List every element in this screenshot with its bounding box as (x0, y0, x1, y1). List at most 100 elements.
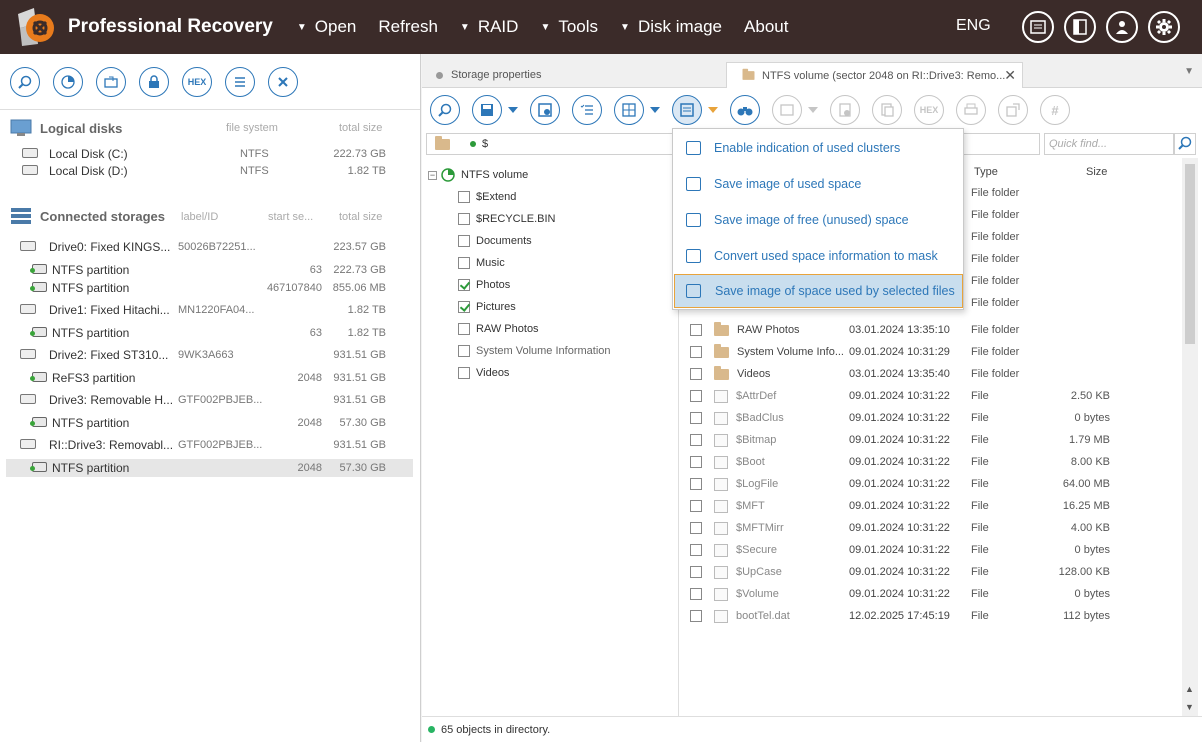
tree-checkbox[interactable] (458, 367, 470, 379)
cluster-dropdown-icon[interactable] (708, 107, 718, 113)
file-checkbox[interactable] (690, 610, 702, 622)
storage-partition-row[interactable]: NTFS partition 2048 57.30 GB (6, 459, 413, 477)
menu-save-selected-files-space[interactable]: Save image of space used by selected fil… (674, 274, 963, 308)
file-checkbox[interactable] (690, 412, 702, 424)
storage-drive-row[interactable]: Drive3: Removable H... GTF002PBJEB... 931.… (6, 391, 413, 409)
file-row[interactable]: $MFTMirr 09.01.2024 10:31:22 File 4.00 KB (680, 517, 1180, 539)
logical-disk-row[interactable]: Local Disk (C:) NTFS 222.73 GB (6, 145, 413, 163)
storage-partition-row[interactable]: NTFS partition 63 222.73 GB (6, 261, 413, 279)
menu-enable-used-clusters[interactable]: Enable indication of used clusters (674, 131, 963, 165)
scroll-thumb[interactable] (1185, 164, 1195, 344)
grid-dropdown-icon[interactable] (650, 107, 660, 113)
tree-checkbox[interactable] (458, 345, 470, 357)
save-dropdown-icon[interactable] (508, 107, 518, 113)
lock-button[interactable] (139, 66, 169, 97)
file-checkbox[interactable] (690, 544, 702, 556)
menu-save-used-space[interactable]: Save image of used space (674, 167, 963, 201)
tree-folder-item[interactable]: $Extend (458, 188, 516, 206)
find-button[interactable] (430, 95, 460, 125)
file-row[interactable]: $MFT 09.01.2024 10:31:22 File 16.25 MB (680, 495, 1180, 517)
open-image-button[interactable] (96, 66, 126, 97)
file-checkbox[interactable] (690, 324, 702, 336)
tree-folder-item[interactable]: System Volume Information (458, 342, 611, 360)
file-row[interactable]: System Volume Info... 09.01.2024 10:31:29… (680, 341, 1180, 363)
disk-settings-button[interactable] (530, 95, 560, 125)
user-button[interactable] (1106, 11, 1138, 43)
hash-button[interactable]: # (1040, 95, 1070, 125)
file-row[interactable]: $Bitmap 09.01.2024 10:31:22 File 1.79 MB (680, 429, 1180, 451)
close-tab-icon[interactable]: ✕ (1004, 67, 1016, 84)
storage-drive-row[interactable]: RI::Drive3: Removabl... GTF002PBJEB... 931… (6, 436, 413, 454)
tab-storage-properties[interactable]: Storage properties (422, 62, 726, 88)
vertical-scrollbar[interactable]: ▲ ▼ (1182, 158, 1198, 716)
tree-checkbox[interactable] (458, 323, 470, 335)
tree-folder-item[interactable]: Music (458, 254, 505, 272)
logical-disk-row[interactable]: Local Disk (D:) NTFS 1.82 TB (6, 162, 413, 180)
settings-button[interactable] (1148, 11, 1180, 43)
hex-view-button[interactable]: HEX (914, 95, 944, 125)
storage-partition-row[interactable]: NTFS partition 2048 57.30 GB (6, 414, 413, 432)
quick-find-button[interactable] (1174, 133, 1196, 155)
menu-disk-image[interactable]: ▼ Disk image (620, 17, 722, 37)
panel-button[interactable] (1064, 11, 1096, 43)
scroll-down-icon[interactable]: ▼ (1185, 702, 1194, 712)
tree-folder-item[interactable]: Videos (458, 364, 509, 382)
storage-partition-row[interactable]: NTFS partition 467107840 855.06 MB (6, 279, 413, 297)
close-button[interactable] (268, 66, 298, 97)
binoculars-button[interactable] (730, 95, 760, 125)
cluster-map-button[interactable] (672, 95, 702, 125)
file-row[interactable]: $UpCase 09.01.2024 10:31:22 File 128.00 KB (680, 561, 1180, 583)
quick-find-input[interactable]: Quick find... (1044, 133, 1174, 155)
list-button[interactable] (225, 66, 255, 97)
file-checkbox[interactable] (690, 566, 702, 578)
file-checkbox[interactable] (690, 456, 702, 468)
copy-button[interactable] (872, 95, 902, 125)
file-checkbox[interactable] (690, 478, 702, 490)
checklist-button[interactable] (572, 95, 602, 125)
menu-raid[interactable]: ▼ RAID (460, 17, 519, 37)
file-checkbox[interactable] (690, 346, 702, 358)
file-row[interactable]: $BadClus 09.01.2024 10:31:22 File 0 bytes (680, 407, 1180, 429)
storage-drive-row[interactable]: Drive1: Fixed Hitachi... MN1220FA04... 1.8… (6, 301, 413, 319)
search-button[interactable] (10, 66, 40, 97)
tree-folder-item[interactable]: Photos (458, 276, 510, 294)
tree-folder-item[interactable]: RAW Photos (458, 320, 539, 338)
file-row[interactable]: $Volume 09.01.2024 10:31:22 File 0 bytes (680, 583, 1180, 605)
menu-save-free-space[interactable]: Save image of free (unused) space (674, 203, 963, 237)
tree-folder-item[interactable]: Pictures (458, 298, 516, 316)
file-checkbox[interactable] (690, 500, 702, 512)
tree-checkbox[interactable] (458, 191, 470, 203)
save-button[interactable] (472, 95, 502, 125)
tree-checkbox[interactable] (458, 235, 470, 247)
menu-refresh[interactable]: Refresh (378, 17, 438, 37)
storage-partition-row[interactable]: NTFS partition 63 1.82 TB (6, 324, 413, 342)
file-checkbox[interactable] (690, 522, 702, 534)
tree-folder-item[interactable]: $RECYCLE.BIN (458, 210, 555, 228)
file-checkbox[interactable] (690, 588, 702, 600)
collapse-icon[interactable]: − (428, 170, 437, 180)
menu-open[interactable]: ▼ Open (297, 17, 357, 37)
file-checkbox[interactable] (690, 434, 702, 446)
preview-button[interactable] (772, 95, 802, 125)
tabs-menu-icon[interactable]: ▼ (1184, 66, 1194, 77)
tree-checkbox[interactable] (458, 279, 470, 291)
scan-button[interactable] (53, 66, 83, 97)
tree-checkbox[interactable] (458, 257, 470, 269)
grid-button[interactable] (614, 95, 644, 125)
tree-checkbox[interactable] (458, 301, 470, 313)
menu-convert-to-mask[interactable]: Convert used space information to mask (674, 239, 963, 273)
tree-root[interactable]: − NTFS volume (428, 166, 528, 184)
print-button[interactable] (956, 95, 986, 125)
file-row[interactable]: $Secure 09.01.2024 10:31:22 File 0 bytes (680, 539, 1180, 561)
disk-options-button[interactable] (830, 95, 860, 125)
preview-dropdown-icon[interactable] (808, 107, 818, 113)
storage-drive-row[interactable]: Drive0: Fixed KINGS... 50026B72251... 223.… (6, 238, 413, 256)
tree-folder-item[interactable]: Documents (458, 232, 532, 250)
file-row[interactable]: bootTel.dat 12.02.2025 17:45:19 File 112 by… (680, 605, 1180, 627)
scroll-up-icon[interactable]: ▲ (1185, 684, 1194, 694)
storage-partition-row[interactable]: ReFS3 partition 2048 931.51 GB (6, 369, 413, 387)
file-checkbox[interactable] (690, 390, 702, 402)
hex-button[interactable]: HEX (182, 66, 212, 97)
terminal-button[interactable] (1022, 11, 1054, 43)
file-row[interactable]: Videos 03.01.2024 13:35:40 File folder (680, 363, 1180, 385)
